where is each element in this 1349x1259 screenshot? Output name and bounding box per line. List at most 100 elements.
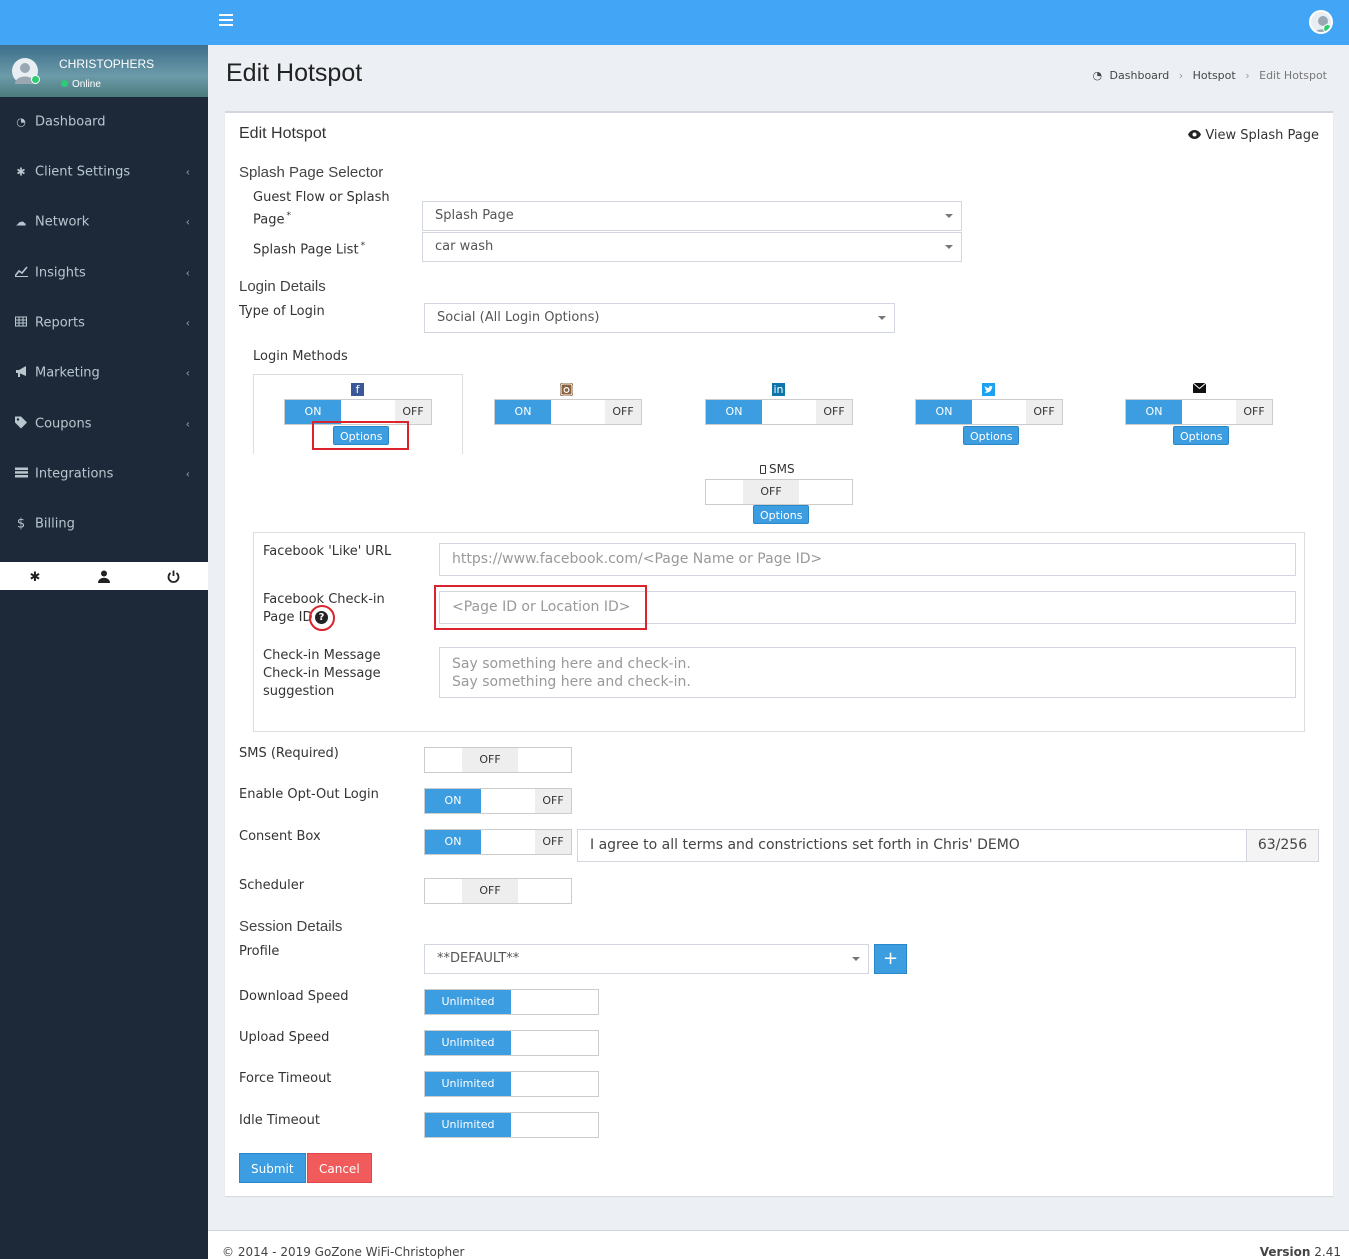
table-icon [14,316,28,330]
gear-icon[interactable]: ✱ [28,570,42,585]
user-icon[interactable] [97,570,111,584]
opt-out-toggle[interactable]: ON OFF [424,788,572,814]
facebook-like-url-input[interactable]: https://www.facebook.com/<Page Name or P… [439,543,1296,576]
copyright-text: © 2014 - 2019 GoZone WiFi-Christopher [222,1245,465,1259]
caret-down-icon [945,245,953,249]
sidebar: CHRISTOPHERS Online ◔ Dashboard ✱ Client… [0,45,208,1259]
dashboard-icon: ◔ [1092,69,1103,82]
content-area: Edit Hotspot ◔ Dashboard › Hotspot › Edi… [208,45,1349,1259]
menu-toggle-icon[interactable] [219,14,233,28]
sidebar-item-insights[interactable]: Insights ‹ [0,248,208,298]
breadcrumb-hotspot[interactable]: Hotspot [1193,69,1236,82]
sidebar-item-client-settings[interactable]: ✱ Client Settings ‹ [0,147,208,197]
guest-flow-label: Guest Flow or Splash Page * [253,190,390,228]
submit-button[interactable]: Submit [239,1153,306,1183]
splash-list-select[interactable]: car wash [422,232,962,262]
sidebar-item-billing[interactable]: $ Billing [0,499,208,549]
facebook-options-panel: Facebook 'Like' URL https://www.facebook… [253,532,1305,732]
cancel-button[interactable]: Cancel [307,1153,372,1183]
sms-method-label: SMS [760,460,795,478]
help-icon[interactable]: ? [315,611,328,624]
user-name: CHRISTOPHERS [59,57,155,71]
gear-icon: ✱ [16,165,26,179]
splash-list-label: Splash Page List * [253,241,366,258]
sms-options-button[interactable]: Options [753,505,810,524]
facebook-icon: f [351,383,364,396]
scheduler-label: Scheduler [239,878,305,893]
line-chart-icon [13,266,28,280]
consent-box-toggle[interactable]: ON OFF [424,829,572,855]
force-timeout-toggle[interactable]: Unlimited [424,1071,599,1097]
login-type-select[interactable]: Social (All Login Options) [424,303,895,333]
sidebar-item-marketing[interactable]: Marketing ‹ [0,348,208,398]
user-status: Online [61,79,101,90]
sidebar-item-reports[interactable]: Reports ‹ [0,298,208,348]
chevron-left-icon: ‹ [185,366,190,380]
caret-down-icon [945,214,953,218]
instagram-icon [560,383,573,396]
user-avatar-icon[interactable] [1309,10,1333,34]
sms-required-label: SMS (Required) [239,746,339,761]
bullhorn-icon [14,366,28,380]
version-text: Version 2.41 [1259,1245,1341,1259]
upload-speed-toggle[interactable]: Unlimited [424,1030,599,1056]
opt-out-label: Enable Opt-Out Login [239,787,379,802]
facebook-like-url-label: Facebook 'Like' URL [263,544,392,559]
chevron-left-icon: ‹ [185,467,190,481]
top-navbar [0,0,1349,45]
page-footer: © 2014 - 2019 GoZone WiFi-Christopher Ve… [208,1230,1349,1259]
breadcrumb-current: Edit Hotspot [1259,69,1327,82]
envelope-icon [1192,382,1207,396]
sidebar-item-integrations[interactable]: Integrations ‹ [0,449,208,499]
splash-selector-heading: Splash Page Selector [239,164,384,181]
page-title: Edit Hotspot [226,59,363,87]
instagram-toggle[interactable]: ON OFF [494,399,642,425]
scheduler-toggle[interactable]: OFF [424,878,572,904]
power-icon[interactable] [166,570,180,584]
checkin-suggestion-label: Check-in Message suggestion [263,666,381,699]
linkedin-toggle[interactable]: ON OFF [705,399,853,425]
checkin-message-textarea[interactable]: Say something here and check-in. Say som… [439,647,1296,698]
force-timeout-label: Force Timeout [239,1071,332,1086]
profile-select[interactable]: **DEFAULT** [424,944,869,974]
eye-icon [1188,128,1205,143]
sms-required-toggle[interactable]: OFF [424,747,572,773]
user-panel: CHRISTOPHERS Online [0,45,208,97]
session-details-heading: Session Details [239,918,343,935]
email-toggle[interactable]: ON OFF [1125,399,1273,425]
idle-timeout-toggle[interactable]: Unlimited [424,1112,599,1138]
download-speed-toggle[interactable]: Unlimited [424,989,599,1015]
breadcrumb: ◔ Dashboard › Hotspot › Edit Hotspot [1092,69,1327,82]
add-profile-button[interactable]: + [874,944,907,974]
dollar-icon: $ [16,516,26,532]
email-options-button[interactable]: Options [1173,426,1230,445]
chevron-left-icon: ‹ [185,316,190,330]
consent-box-label: Consent Box [239,829,321,844]
cloud-icon: ☁ [15,215,27,229]
sidebar-item-network[interactable]: ☁ Network ‹ [0,197,208,247]
twitter-icon [982,383,995,396]
consent-text-input[interactable]: I agree to all terms and constrictions s… [577,829,1248,862]
caret-down-icon [878,316,886,320]
profile-label: Profile [239,944,280,959]
twitter-options-button[interactable]: Options [963,426,1020,445]
highlight-options-box [312,421,409,450]
breadcrumb-dashboard[interactable]: Dashboard [1110,69,1170,82]
dashboard-icon: ◔ [16,115,26,129]
login-details-heading: Login Details [239,278,326,295]
box-title: Edit Hotspot [239,125,327,142]
sidebar-item-coupons[interactable]: Coupons ‹ [0,399,208,449]
status-dot-icon [31,75,40,84]
highlight-checkin-box [434,585,647,630]
chevron-left-icon: ‹ [185,215,190,229]
tag-icon [14,416,28,432]
upload-speed-label: Upload Speed [239,1030,330,1045]
twitter-toggle[interactable]: ON OFF [915,399,1063,425]
sidebar-item-dashboard[interactable]: ◔ Dashboard [0,97,208,147]
sms-toggle[interactable]: OFF [705,479,853,505]
guest-flow-select[interactable]: Splash Page [422,201,962,231]
sidebar-footer: ✱ [0,562,208,590]
view-splash-page-link[interactable]: View Splash Page [1188,128,1319,143]
online-dot-icon [1323,24,1331,32]
plus-icon: + [882,948,899,969]
